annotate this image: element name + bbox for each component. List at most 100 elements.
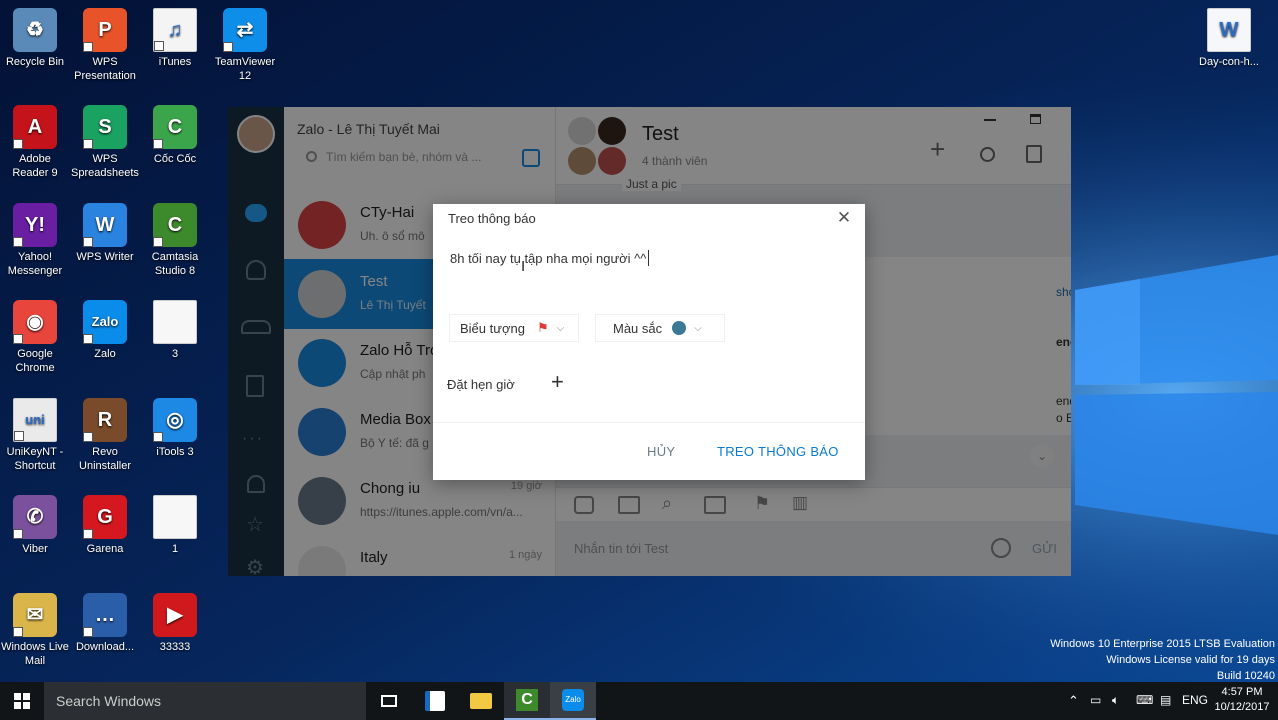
desktop-icon[interactable]: G Garena [70, 495, 140, 556]
shortcut-arrow-icon [154, 41, 164, 51]
desktop-icon-label: Zalo [94, 348, 116, 360]
icon-glyph: ✉ [26, 604, 44, 626]
windows-watermark: Windows 10 Enterprise 2015 LTSB Evaluati… [1050, 636, 1275, 684]
chevron-down-icon: ⌵ [556, 322, 565, 334]
app-taskbar-icon[interactable] [412, 682, 458, 720]
itunes-icon: ♫ [153, 8, 197, 52]
icon-glyph: ♻ [26, 19, 44, 41]
text-cursor [648, 250, 650, 266]
wps-presentation-icon: P [83, 8, 127, 52]
desktop-icon[interactable]: Y! Yahoo! Messenger [0, 203, 70, 278]
desktop-icon-label: 1 [171, 543, 179, 555]
watermark-line: Windows License valid for 19 days [1106, 654, 1275, 666]
desktop-icon-label: Yahoo! Messenger [7, 251, 63, 277]
desktop-icon[interactable]: P WPS Presentation [70, 8, 140, 83]
shortcut-arrow-icon [83, 42, 93, 52]
desktop-icon[interactable]: ♫ iTunes [140, 8, 210, 69]
pin-announcement-button[interactable]: TREO THÔNG BÁO [717, 444, 839, 459]
desktop-icon-label: iTools 3 [156, 446, 194, 458]
task-view-icon[interactable] [366, 682, 412, 720]
message-icon[interactable]: ▤ [1160, 693, 1171, 707]
coccoc-icon: C [153, 105, 197, 149]
desktop-icon[interactable]: 3 [140, 300, 210, 361]
power-icon[interactable]: ▭ [1090, 693, 1101, 707]
desktop-icon[interactable]: W Day-con-h... [1194, 8, 1264, 69]
cancel-button[interactable]: HỦY [647, 444, 675, 459]
wps-writer-icon: W [83, 203, 127, 247]
start-button[interactable] [0, 682, 44, 720]
desktop-icon[interactable]: Zalo Zalo [70, 300, 140, 361]
desktop-icon-label: Camtasia Studio 8 [151, 251, 199, 277]
add-schedule-button[interactable]: + [551, 371, 564, 393]
icon-dropdown[interactable]: Biểu tượng ⚑ ⌵ [449, 314, 579, 342]
chevron-up-icon[interactable]: ⌃ [1068, 693, 1079, 709]
shortcut-arrow-icon [223, 42, 233, 52]
live-mail-icon: ✉ [13, 593, 57, 637]
taskbar: Search Windows C Zalo ⌃ ▭ 🔈︎ ⌨︎ ▤ ENG 4:… [0, 682, 1278, 720]
camtasia-taskbar-icon[interactable]: C [504, 682, 550, 720]
shortcut-arrow-icon [13, 627, 23, 637]
revo-uninstaller-icon: R [83, 398, 127, 442]
shortcut-arrow-icon [83, 139, 93, 149]
desktop-icon[interactable]: R Revo Uninstaller [70, 398, 140, 473]
desktop-icon[interactable]: C Cốc Cốc [140, 105, 210, 166]
video-file-icon: ▶ [153, 593, 197, 637]
color-swatch [672, 321, 687, 335]
desktop-icon-label: Windows Live Mail [1, 641, 69, 667]
desktop-icon[interactable]: ◉ Google Chrome [0, 300, 70, 375]
recycle-bin-icon: ♻ [13, 8, 57, 52]
desktop-icon-label: Viber [22, 543, 48, 555]
shortcut-arrow-icon [13, 139, 23, 149]
shortcut-arrow-icon [153, 139, 163, 149]
desktop-icon-label: UniKeyNT - Shortcut [6, 446, 64, 472]
icon-glyph: ▶ [167, 604, 183, 626]
desktop-icon[interactable]: uni UniKeyNT - Shortcut [0, 398, 70, 473]
icon-glyph: W [95, 214, 115, 236]
divider [433, 422, 865, 423]
desktop-icon-label: Google Chrome [15, 348, 55, 374]
zalo-taskbar-icon[interactable]: Zalo [550, 682, 596, 720]
desktop-icon[interactable]: ✉ Windows Live Mail [0, 593, 70, 668]
yahoo-messenger-icon: Y! [13, 203, 57, 247]
desktop-icon[interactable]: 1 [140, 495, 210, 556]
desktop-icon-label: TeamViewer 12 [214, 56, 276, 82]
keyboard-icon[interactable]: ⌨︎ [1136, 693, 1153, 707]
windows-logo-icon [14, 693, 30, 709]
icon-glyph: Zalo [91, 314, 119, 329]
text-cursor-icon: I [521, 258, 526, 275]
desktop-icon[interactable]: ♻ Recycle Bin [0, 8, 70, 69]
clock-time: 4:57 PM [1221, 686, 1263, 698]
desktop-icon[interactable]: C Camtasia Studio 8 [140, 203, 210, 278]
desktop-icon[interactable]: ▶ 33333 [140, 593, 210, 654]
taskbar-search-input[interactable]: Search Windows [44, 682, 366, 720]
document-icon [153, 495, 197, 539]
desktop-icon[interactable]: ✆ Viber [0, 495, 70, 556]
close-icon[interactable]: ✕ [835, 208, 853, 228]
icon-glyph: ✆ [26, 506, 44, 528]
shortcut-arrow-icon [83, 627, 93, 637]
icon-glyph: ◉ [26, 311, 44, 333]
desktop-icon[interactable]: … Download... [70, 593, 140, 654]
language-indicator[interactable]: ENG [1182, 693, 1208, 707]
shortcut-arrow-icon [153, 237, 163, 247]
desktop-icon[interactable]: ⇄ TeamViewer 12 [210, 8, 280, 83]
color-dropdown-label: Màu sắc [613, 320, 663, 336]
icon-glyph: ◎ [166, 409, 184, 431]
zalo-icon: Zalo [83, 300, 127, 344]
desktop-icon[interactable]: W WPS Writer [70, 203, 140, 264]
desktop-icon-label: 33333 [159, 641, 191, 653]
icon-glyph: W [1219, 19, 1239, 41]
shortcut-arrow-icon [14, 431, 24, 441]
icon-glyph: C [167, 116, 183, 138]
wps-spreadsheets-icon: S [83, 105, 127, 149]
file-explorer-icon[interactable] [458, 682, 504, 720]
icon-dropdown-label: Biểu tượng [460, 320, 525, 336]
desktop-icon[interactable]: A Adobe Reader 9 [0, 105, 70, 180]
clock[interactable]: 4:57 PM 10/12/2017 [1212, 685, 1272, 715]
desktop-icon[interactable]: S WPS Spreadsheets [70, 105, 140, 180]
desktop-icon[interactable]: ◎ iTools 3 [140, 398, 210, 459]
shortcut-arrow-icon [83, 237, 93, 247]
announcement-textarea[interactable]: 8h tối nay tụ tập nha mọi người ^^ [450, 250, 650, 266]
volume-icon[interactable]: 🔈︎ [1112, 693, 1119, 708]
color-dropdown[interactable]: Màu sắc ⌵ [595, 314, 725, 342]
